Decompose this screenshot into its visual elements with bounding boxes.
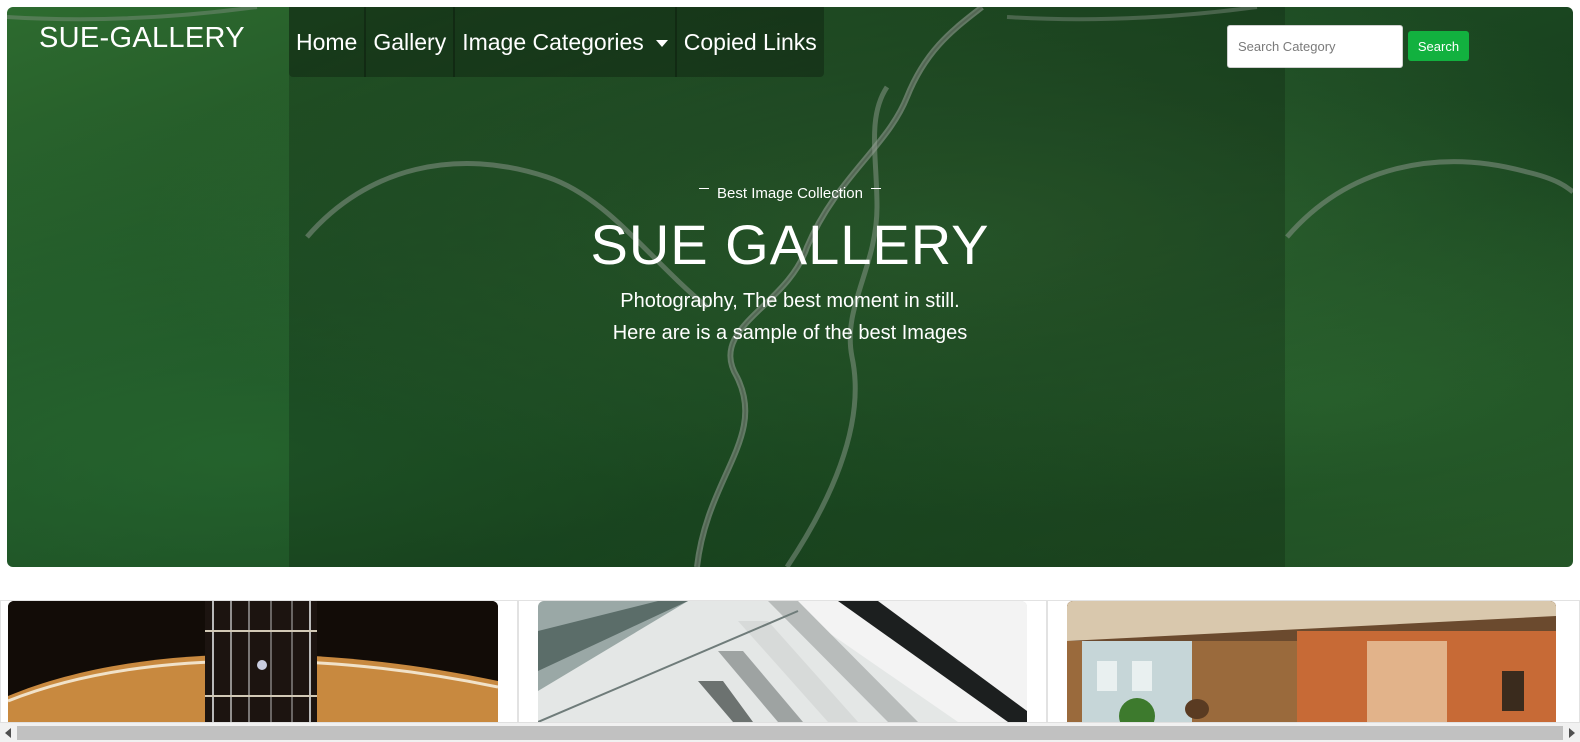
- building-market-image: [1067, 601, 1556, 722]
- hero-title: SUE GALLERY: [590, 213, 990, 276]
- architecture-image: [538, 601, 1027, 722]
- caret-down-icon: [655, 39, 668, 47]
- hero-subtitle-line2: Here are is a sample of the best Images: [612, 322, 968, 344]
- tagline-dash-left: [699, 187, 710, 189]
- main-nav: Home Gallery Image Categories Copied Lin…: [289, 7, 824, 77]
- gallery-image-architecture[interactable]: [538, 601, 1027, 722]
- nav-home[interactable]: Home: [289, 7, 367, 77]
- gallery-image-building[interactable]: [1067, 601, 1556, 722]
- scroll-left-arrow-icon[interactable]: [5, 728, 11, 738]
- search-input[interactable]: [1227, 25, 1403, 68]
- tagline-dash-right: [870, 187, 881, 189]
- nav-copied-links[interactable]: Copied Links: [677, 7, 824, 77]
- hero-banner: [7, 7, 1573, 567]
- mountain-road-illustration: [7, 7, 1573, 567]
- hero-tagline-text: Best Image Collection: [717, 185, 863, 202]
- horizontal-scrollbar[interactable]: [0, 722, 1580, 742]
- gallery-image-guitar[interactable]: [8, 601, 498, 722]
- scroll-right-arrow-icon[interactable]: [1569, 728, 1575, 738]
- nav-gallery[interactable]: Gallery: [366, 7, 456, 77]
- brand-logo[interactable]: SUE-GALLERY: [39, 22, 245, 55]
- scrollbar-thumb[interactable]: [17, 726, 1563, 740]
- nav-image-categories-label: Image Categories: [462, 29, 644, 55]
- nav-image-categories[interactable]: Image Categories: [455, 7, 677, 77]
- guitar-image: [8, 601, 498, 722]
- hero-tagline: Best Image Collection: [0, 185, 1580, 202]
- search-button[interactable]: Search: [1408, 31, 1469, 61]
- hero-subtitle-line1: Photography, The best moment in still.: [620, 290, 960, 312]
